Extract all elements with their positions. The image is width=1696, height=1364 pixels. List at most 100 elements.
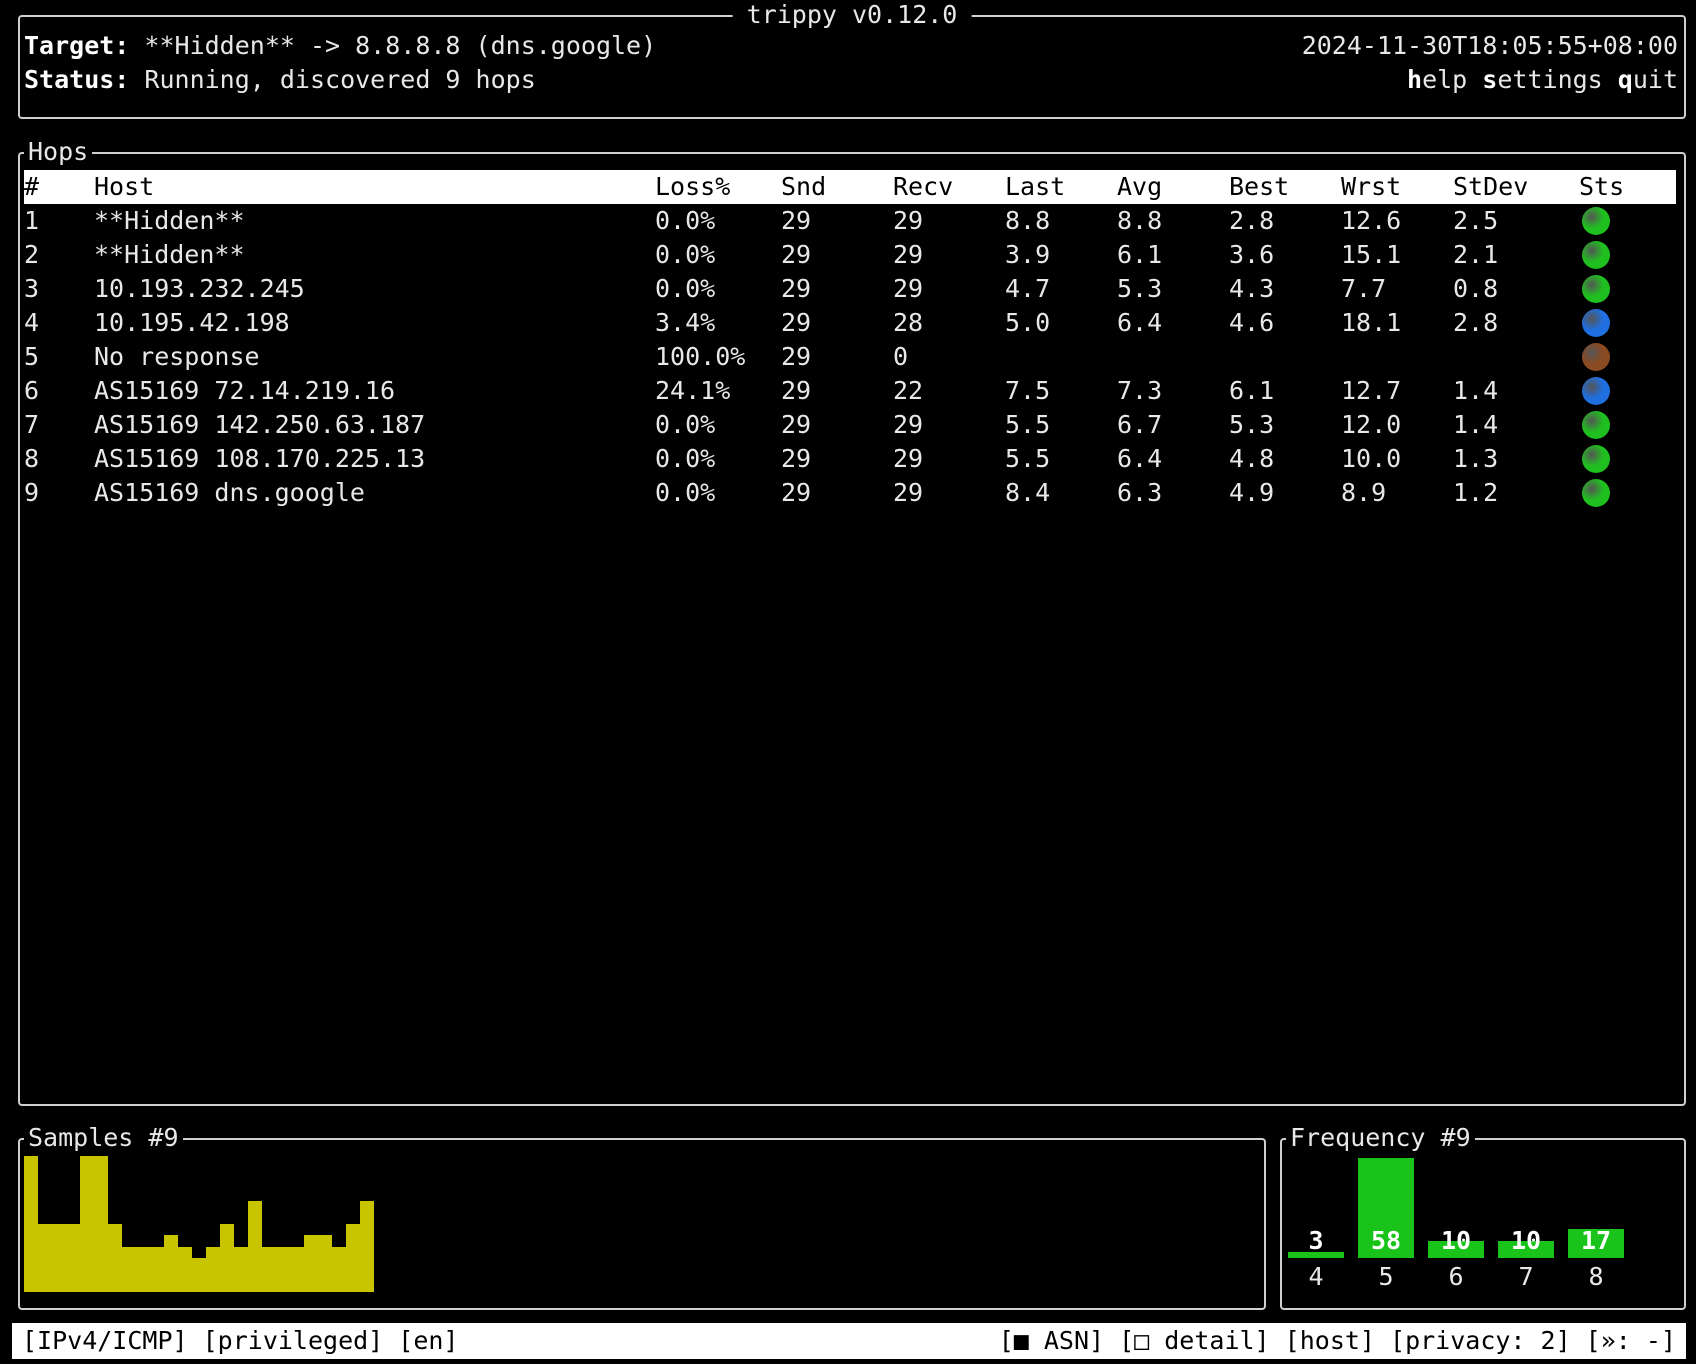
sample-bar xyxy=(304,1235,318,1292)
hop-recv: 29 xyxy=(893,410,924,439)
target-label: Target: xyxy=(24,31,130,60)
hop-loss: 0.0% xyxy=(655,444,716,473)
samples-title: Samples #9 xyxy=(24,1121,183,1155)
hop-wrst: 8.9 xyxy=(1341,478,1387,507)
frequency-bin-label: 4 xyxy=(1308,1262,1324,1291)
hop-snd: 29 xyxy=(781,206,812,235)
hop-stdev: 1.3 xyxy=(1453,444,1499,473)
hop-recv: 28 xyxy=(893,308,924,337)
status-dot-icon xyxy=(1582,309,1610,337)
status-dot-icon xyxy=(1582,377,1610,405)
table-row[interactable]: 8 AS15169 108.170.225.13 0.0% 29 29 5.5 6.4 4.8… xyxy=(24,442,1676,476)
col-index: # xyxy=(24,172,40,201)
hop-best: 5.3 xyxy=(1229,410,1275,439)
hop-recv: 29 xyxy=(893,444,924,473)
footer-right: [■ ASN] [□ detail] [host] [privacy: 2] [… xyxy=(998,1326,1676,1355)
app-title: trippy v0.12.0 xyxy=(732,0,972,32)
table-row[interactable]: 2 **Hidden** 0.0% 29 29 3.9 6.1 3.6 15.1 2.1 xyxy=(24,238,1676,272)
hop-last: 5.5 xyxy=(1005,444,1051,473)
hop-loss: 100.0% xyxy=(655,342,746,371)
hop-wrst: 18.1 xyxy=(1341,308,1402,337)
sample-bar xyxy=(234,1247,248,1292)
col-wrst: Wrst xyxy=(1341,172,1402,201)
hop-recv: 29 xyxy=(893,274,924,303)
sample-bar xyxy=(94,1156,108,1292)
table-row[interactable]: 1 **Hidden** 0.0% 29 29 8.8 8.8 2.8 12.6 2.5 xyxy=(24,204,1676,238)
frequency-title: Frequency #9 xyxy=(1286,1121,1475,1155)
hop-index: 2 xyxy=(24,240,40,269)
hop-avg: 7.3 xyxy=(1117,376,1163,405)
table-row[interactable]: 3 10.193.232.245 0.0% 29 29 4.7 5.3 4.3 7.7 0.8 xyxy=(24,272,1676,306)
sample-bar xyxy=(262,1247,276,1292)
samples-sparkline xyxy=(24,1156,374,1292)
status-dot-icon xyxy=(1582,241,1610,269)
sample-bar xyxy=(220,1224,234,1292)
sample-bar xyxy=(206,1247,220,1292)
hop-best: 4.3 xyxy=(1229,274,1275,303)
hop-avg: 6.3 xyxy=(1117,478,1163,507)
frequency-bin-label: 8 xyxy=(1588,1262,1604,1291)
status-value: Running, discovered 9 hops xyxy=(129,65,536,94)
hop-loss: 3.4% xyxy=(655,308,716,337)
table-row[interactable]: 9 AS15169 dns.google 0.0% 29 29 8.4 6.3 4.9 8.9 1… xyxy=(24,476,1676,510)
quit-menu-item[interactable]: quit xyxy=(1618,65,1678,94)
hop-last: 4.7 xyxy=(1005,274,1051,303)
frequency-count: 17 xyxy=(1580,1226,1612,1255)
header-menu: help settings quit xyxy=(1407,63,1678,97)
frequency-count: 58 xyxy=(1370,1226,1402,1255)
status-dot-icon xyxy=(1582,343,1610,371)
sample-bar xyxy=(164,1235,178,1292)
table-row[interactable]: 7 AS15169 142.250.63.187 0.0% 29 29 5.5 6.7 5.3… xyxy=(24,408,1676,442)
hop-recv: 29 xyxy=(893,478,924,507)
footer-left: [IPv4/ICMP] [privileged] [en] xyxy=(22,1326,459,1355)
hop-last: 7.5 xyxy=(1005,376,1051,405)
hop-avg: 6.1 xyxy=(1117,240,1163,269)
hop-wrst: 12.7 xyxy=(1341,376,1402,405)
hop-host: AS15169 142.250.63.187 xyxy=(94,410,426,439)
col-stdev: StDev xyxy=(1453,172,1529,201)
frequency-count: 10 xyxy=(1510,1226,1542,1255)
sample-bar xyxy=(80,1156,94,1292)
sample-bar xyxy=(178,1247,192,1292)
hop-host: AS15169 72.14.219.16 xyxy=(94,376,396,405)
table-row[interactable]: 4 10.195.42.198 3.4% 29 28 5.0 6.4 4.6 18.1 2.8 xyxy=(24,306,1676,340)
hop-wrst: 7.7 xyxy=(1341,274,1387,303)
hop-snd: 29 xyxy=(781,376,812,405)
timestamp: 2024-11-30T18:05:55+08:00 xyxy=(1301,31,1678,60)
hops-title: Hops xyxy=(24,135,93,169)
hop-avg: 6.7 xyxy=(1117,410,1163,439)
hop-best: 4.6 xyxy=(1229,308,1275,337)
settings-menu-item[interactable]: settings xyxy=(1482,65,1602,94)
status-dot-icon xyxy=(1582,445,1610,473)
status-dot-icon xyxy=(1582,479,1610,507)
hop-index: 1 xyxy=(24,206,40,235)
hop-avg: 6.4 xyxy=(1117,444,1163,473)
frequency-panel: Frequency #9 3 4 58 5 10 6 10 7 17 8 xyxy=(1280,1121,1686,1310)
table-row[interactable]: 5 No response 100.0% 29 0 xyxy=(24,340,1676,374)
hop-last: 3.9 xyxy=(1005,240,1051,269)
hop-wrst: 15.1 xyxy=(1341,240,1402,269)
hop-best: 2.8 xyxy=(1229,206,1275,235)
hops-panel: Hops # Host Loss% Snd Recv Last Avg Best… xyxy=(18,135,1686,1106)
hop-recv: 29 xyxy=(893,206,924,235)
hop-stdev: 2.8 xyxy=(1453,308,1499,337)
hop-stdev: 2.1 xyxy=(1453,240,1499,269)
status-dot-icon xyxy=(1582,207,1610,235)
hop-snd: 29 xyxy=(781,410,812,439)
status-label: Status: xyxy=(24,65,130,94)
samples-panel: Samples #9 xyxy=(18,1121,1266,1310)
hop-recv: 22 xyxy=(893,376,924,405)
status-line: Status: Running, discovered 9 hops xyxy=(24,63,536,97)
hop-stdev: 0.8 xyxy=(1453,274,1499,303)
hop-loss: 0.0% xyxy=(655,206,716,235)
hop-best: 3.6 xyxy=(1229,240,1275,269)
hop-host: AS15169 dns.google xyxy=(94,478,365,507)
frequency-bin-label: 7 xyxy=(1518,1262,1534,1291)
sample-bar xyxy=(276,1247,290,1292)
hop-host: 10.193.232.245 xyxy=(94,274,305,303)
table-row[interactable]: 6 AS15169 72.14.219.16 24.1% 29 22 7.5 7.3 6.1 1… xyxy=(24,374,1676,408)
col-sts: Sts xyxy=(1579,172,1625,201)
help-menu-item[interactable]: help xyxy=(1407,65,1467,94)
hop-index: 9 xyxy=(24,478,40,507)
sample-bar xyxy=(346,1224,360,1292)
